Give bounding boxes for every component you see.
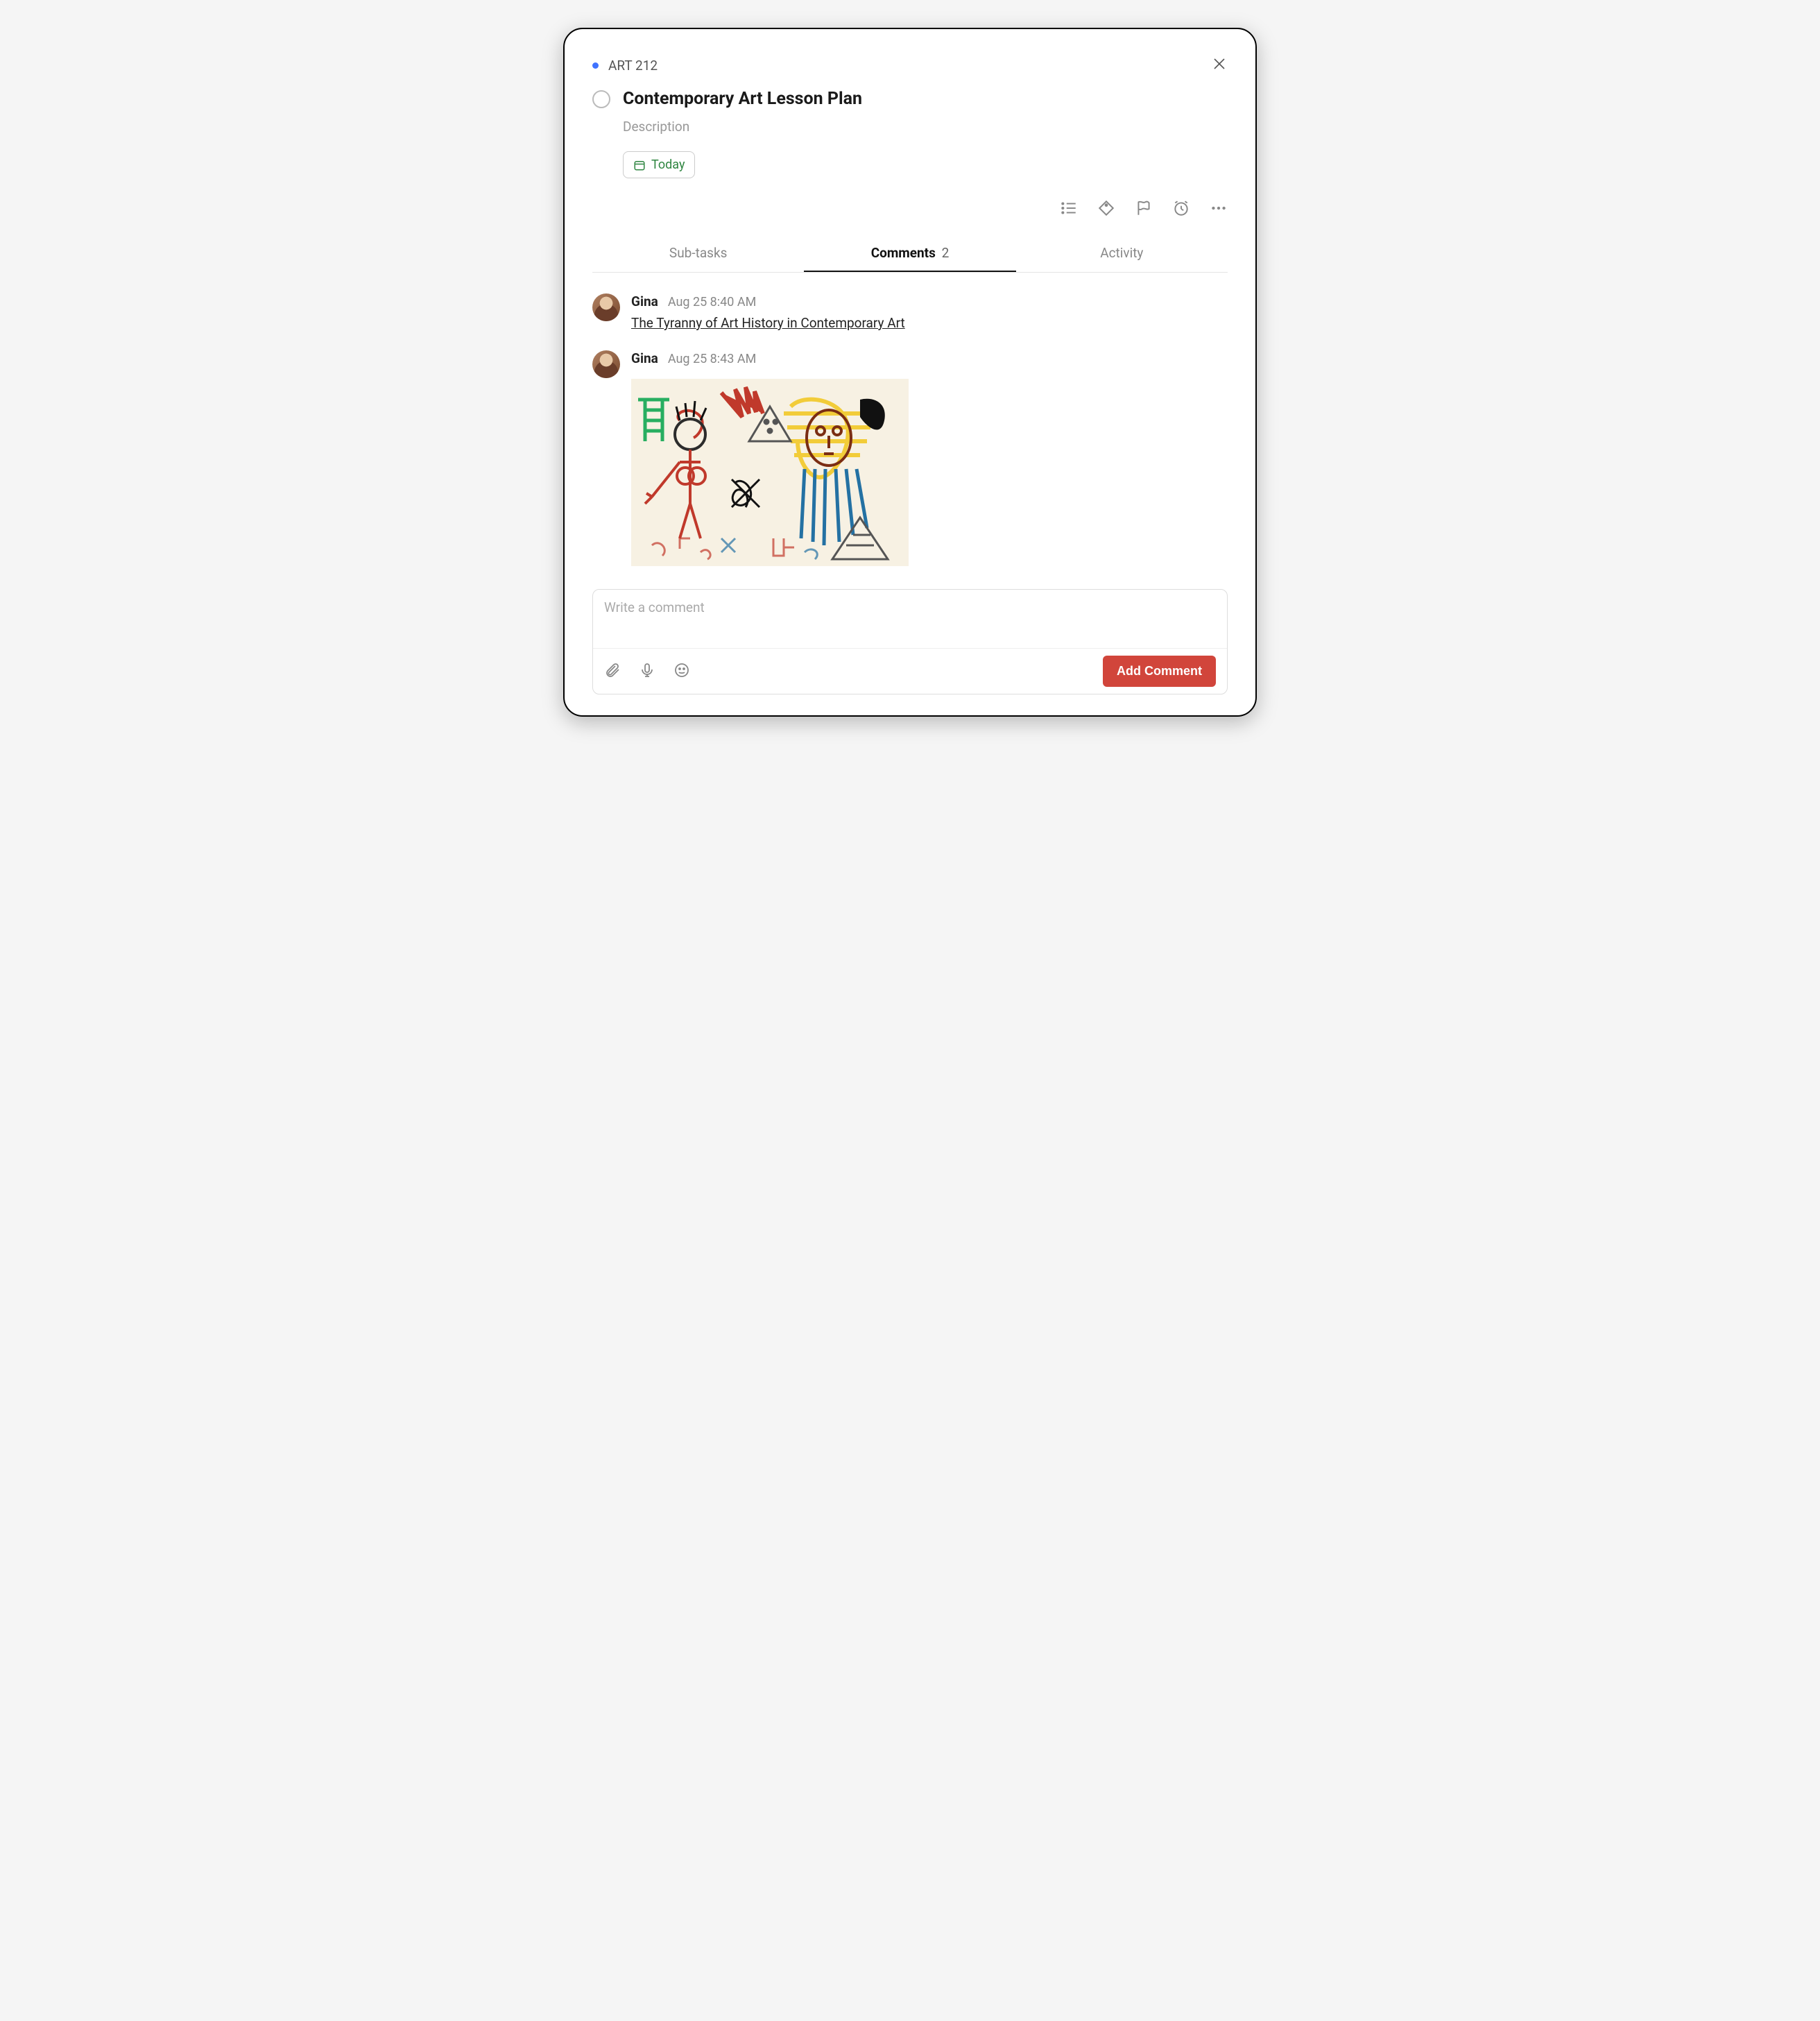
emoji-icon[interactable]	[673, 662, 690, 681]
reminder-icon[interactable]	[1172, 199, 1190, 220]
comment-time: Aug 25 8:40 AM	[668, 295, 756, 309]
description-placeholder[interactable]: Description	[623, 119, 1228, 135]
tab-comments-label: Comments	[871, 245, 936, 261]
composer-icons	[604, 662, 690, 681]
project-name: ART 212	[608, 58, 658, 74]
tabs: Sub-tasks Comments 2 Activity	[592, 235, 1228, 273]
add-comment-button[interactable]: Add Comment	[1103, 656, 1216, 687]
comment-body	[631, 372, 909, 570]
comment-time: Aug 25 8:43 AM	[668, 352, 756, 366]
schedule-label: Today	[651, 157, 685, 172]
comment-header: Gina Aug 25 8:43 AM	[631, 350, 909, 366]
microphone-icon[interactable]	[639, 662, 655, 681]
comment-header: Gina Aug 25 8:40 AM	[631, 293, 905, 309]
comment-image[interactable]	[631, 379, 909, 566]
comment-author: Gina	[631, 293, 658, 309]
comment-content: Gina Aug 25 8:43 AM	[631, 350, 909, 570]
task-detail-card: ART 212 Contemporary Art Lesson Plan Des…	[563, 28, 1257, 717]
composer-actions: Add Comment	[604, 656, 1216, 687]
avatar[interactable]	[592, 293, 620, 321]
composer-divider	[593, 648, 1227, 649]
tab-activity-label: Activity	[1100, 245, 1143, 261]
more-icon[interactable]	[1210, 199, 1228, 220]
tab-subtasks-label: Sub-tasks	[669, 245, 727, 261]
project-color-dot	[592, 62, 599, 69]
calendar-icon	[633, 159, 646, 171]
comments-list: Gina Aug 25 8:40 AM The Tyranny of Art H…	[592, 293, 1228, 570]
schedule-chip[interactable]: Today	[623, 151, 695, 178]
comment-link[interactable]: The Tyranny of Art History in Contempora…	[631, 315, 905, 331]
header-row: ART 212	[592, 56, 1228, 75]
comment-input[interactable]	[604, 599, 1216, 641]
breadcrumb[interactable]: ART 212	[592, 58, 658, 74]
attachment-icon[interactable]	[604, 662, 621, 681]
comment-body: The Tyranny of Art History in Contempora…	[631, 315, 905, 331]
close-icon[interactable]	[1211, 56, 1228, 75]
comment-composer: Add Comment	[592, 589, 1228, 694]
avatar[interactable]	[592, 350, 620, 378]
flag-icon[interactable]	[1135, 199, 1153, 220]
tab-subtasks[interactable]: Sub-tasks	[592, 235, 804, 272]
comment-author: Gina	[631, 350, 658, 366]
title-row: Contemporary Art Lesson Plan	[592, 89, 1228, 109]
tab-activity[interactable]: Activity	[1016, 235, 1228, 272]
task-toolbar	[592, 199, 1228, 220]
comment-item: Gina Aug 25 8:40 AM The Tyranny of Art H…	[592, 293, 1228, 331]
list-icon[interactable]	[1060, 199, 1078, 220]
tag-icon[interactable]	[1097, 199, 1115, 220]
tab-comments-count: 2	[942, 245, 950, 261]
comment-content: Gina Aug 25 8:40 AM The Tyranny of Art H…	[631, 293, 905, 331]
task-title[interactable]: Contemporary Art Lesson Plan	[623, 89, 862, 109]
tab-comments[interactable]: Comments 2	[804, 235, 1015, 272]
comment-item: Gina Aug 25 8:43 AM	[592, 350, 1228, 570]
complete-checkbox[interactable]	[592, 90, 610, 108]
